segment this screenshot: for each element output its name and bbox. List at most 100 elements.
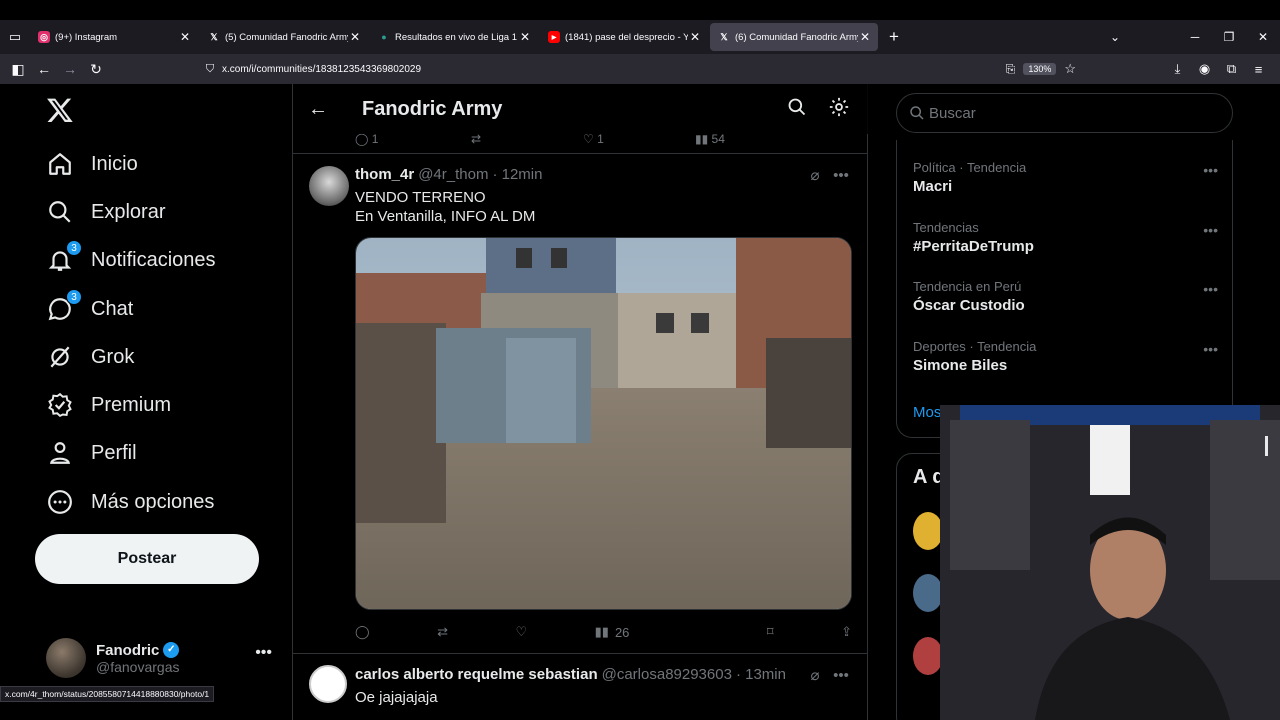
page-title: Fanodric Army	[362, 97, 503, 120]
tweet[interactable]: thom_4r @4r_thom · 12min ⌀ ••• VENDO TER…	[293, 154, 868, 654]
trend-item[interactable]: Política · Tendencia Macri •••	[913, 160, 1218, 195]
profile-name-row: Fanodric ✓	[96, 642, 180, 659]
more-dots-icon[interactable]: •••	[1203, 281, 1218, 297]
tweet-author-name[interactable]: thom_4r	[355, 166, 414, 183]
trend-item[interactable]: Deportes · Tendencia Simone Biles •••	[913, 339, 1218, 374]
like-icon[interactable]: ♡	[515, 624, 527, 640]
views-icon: ▮▮	[594, 624, 609, 639]
main-column: ◯ 1 ⇄ ♡ 1 ▮▮ 54 ← Fanodric Army thom_4r …	[292, 84, 868, 720]
search-icon[interactable]	[776, 97, 818, 122]
nav-label: Grok	[91, 345, 135, 368]
browser-tab-active[interactable]: 𝕏 (6) Comunidad Fanodric Army / X ✕	[710, 23, 878, 51]
back-arrow-icon[interactable]: ←	[293, 98, 343, 121]
nav-item-chat[interactable]: 3 Chat	[46, 289, 134, 323]
nav-label: Chat	[91, 297, 134, 320]
reload-icon[interactable]: ↻	[83, 56, 109, 82]
post-button[interactable]: Postear	[35, 534, 259, 584]
tweet-header: carlos alberto requelme sebastian @carlo…	[355, 666, 786, 683]
close-tab-icon[interactable]: ✕	[348, 30, 362, 44]
tweet-text-line: En Ventanilla, INFO AL DM	[355, 208, 536, 225]
nav-item-perfil[interactable]: Perfil	[46, 439, 137, 467]
sidebar-toggle-icon[interactable]: ◧	[5, 56, 31, 82]
chat-icon: 3	[46, 289, 82, 323]
tweet[interactable]: carlos alberto requelme sebastian @carlo…	[293, 655, 868, 720]
close-window-icon[interactable]: ✕	[1246, 30, 1280, 44]
account-switcher[interactable]: Fanodric ✓ @fanovargas •••	[46, 636, 286, 680]
site-icon: ●	[381, 32, 387, 42]
tweet-author-name[interactable]: carlos alberto requelme sebastian	[355, 666, 598, 683]
grok-icon[interactable]: ⌀	[802, 166, 828, 184]
reader-mode-icon[interactable]: ⎘	[1006, 62, 1016, 77]
nav-item-premium[interactable]: Premium	[46, 391, 171, 419]
avatar[interactable]	[913, 512, 943, 550]
forward-icon[interactable]: →	[57, 56, 83, 82]
close-tab-icon[interactable]: ✕	[518, 30, 532, 44]
url-bar[interactable]: ⛉ x.com/i/communities/183812354336980202…	[198, 57, 1076, 81]
close-tab-icon[interactable]: ✕	[688, 30, 702, 44]
bookmark-icon[interactable]: ⌑	[767, 624, 774, 640]
nav-item-inicio[interactable]: Inicio	[46, 150, 138, 178]
tab-title: (9+) Instagram	[55, 31, 118, 43]
tab-title: (5) Comunidad Fanodric Army / X	[225, 31, 348, 43]
share-icon[interactable]: ⇪	[841, 624, 852, 640]
avatar[interactable]	[309, 166, 349, 206]
grok-icon[interactable]: ⌀	[802, 666, 828, 684]
retweet-icon[interactable]: ⇄	[437, 624, 448, 640]
scrollbar-thumb[interactable]	[1265, 436, 1268, 456]
nav-item-grok[interactable]: Grok	[46, 343, 134, 371]
chat-badge: 3	[66, 289, 82, 305]
browser-tab[interactable]: ▶ (1841) pase del desprecio - YouTube ✕	[540, 23, 708, 51]
nav-label: Inicio	[91, 152, 138, 175]
tweet-time[interactable]: · 13min	[736, 666, 786, 683]
more-dots-icon[interactable]: •••	[1203, 162, 1218, 178]
browser-tab[interactable]: 𝕏 (5) Comunidad Fanodric Army / X ✕	[200, 23, 368, 51]
search-placeholder: Buscar	[929, 104, 976, 122]
more-dots-icon[interactable]: •••	[1203, 341, 1218, 357]
tweet-author-handle[interactable]: @4r_thom	[418, 166, 488, 183]
tweet-text: VENDO TERRENO En Ventanilla, INFO AL DM	[355, 188, 535, 226]
minimize-icon[interactable]: ─	[1178, 30, 1212, 44]
back-icon[interactable]: ←	[31, 56, 57, 82]
gear-icon[interactable]	[818, 96, 860, 123]
trend-item[interactable]: Tendencias #PerritaDeTrump •••	[913, 220, 1218, 255]
menu-icon[interactable]: ≡	[1245, 62, 1272, 77]
verified-badge-icon: ✓	[163, 642, 180, 658]
reply-icon[interactable]: ◯	[355, 624, 370, 640]
nav-item-explorar[interactable]: Explorar	[46, 198, 165, 226]
tweet-photo[interactable]	[355, 237, 852, 610]
browser-tab[interactable]: ● Resultados en vivo de Liga 1 2024 ✕	[370, 23, 538, 51]
new-tab-button[interactable]: +	[880, 27, 908, 47]
search-input[interactable]: Buscar	[896, 93, 1233, 133]
tweet-actions: ◯ ⇄ ♡ ▮▮ 26 ⌑ ⇪	[355, 620, 852, 644]
restore-icon[interactable]: ❐	[1212, 30, 1246, 44]
bookmark-star-icon[interactable]: ☆	[1064, 61, 1076, 77]
nav-item-notificaciones[interactable]: 3 Notificaciones	[46, 240, 216, 274]
more-dots-icon[interactable]: •••	[828, 667, 854, 684]
tweet-author-handle[interactable]: @carlosa89293603	[602, 666, 732, 683]
browser-tab[interactable]: ◎ (9+) Instagram ✕	[30, 23, 198, 51]
x-logo-icon[interactable]	[46, 96, 74, 124]
close-tab-icon[interactable]: ✕	[858, 30, 872, 44]
avatar[interactable]	[913, 574, 943, 612]
zoom-level[interactable]: 130%	[1023, 63, 1057, 75]
avatar[interactable]	[309, 665, 347, 703]
grok-icon	[46, 343, 74, 371]
extensions-icon[interactable]: ⧉	[1218, 61, 1245, 77]
tab-overflow-chevron-icon[interactable]: ⌄	[1098, 30, 1132, 44]
account-icon[interactable]: ◉	[1191, 61, 1218, 77]
more-dots-icon[interactable]: •••	[828, 167, 854, 184]
status-bar-url: x.com/4r_thom/status/2085580714418880830…	[0, 686, 215, 702]
tab-list-icon[interactable]: ▭	[0, 20, 30, 54]
more-dots-icon[interactable]: •••	[255, 644, 272, 662]
views-button[interactable]: ▮▮ 26	[595, 624, 630, 640]
download-icon[interactable]: ⤓	[1164, 61, 1191, 77]
avatar[interactable]	[913, 637, 943, 675]
close-tab-icon[interactable]: ✕	[178, 30, 192, 44]
more-dots-icon[interactable]: •••	[1203, 222, 1218, 238]
site-info-icon[interactable]: ⛉	[198, 63, 222, 76]
tweet-time[interactable]: · 12min	[492, 166, 542, 183]
trend-item[interactable]: Tendencia en Perú Óscar Custodio •••	[913, 279, 1218, 314]
url-text[interactable]: x.com/i/communities/1838123543369802029	[222, 64, 1006, 75]
nav-item-mas-opciones[interactable]: Más opciones	[46, 488, 214, 516]
left-navigation: Inicio Explorar 3 Notificaciones 3 Chat …	[0, 84, 292, 720]
